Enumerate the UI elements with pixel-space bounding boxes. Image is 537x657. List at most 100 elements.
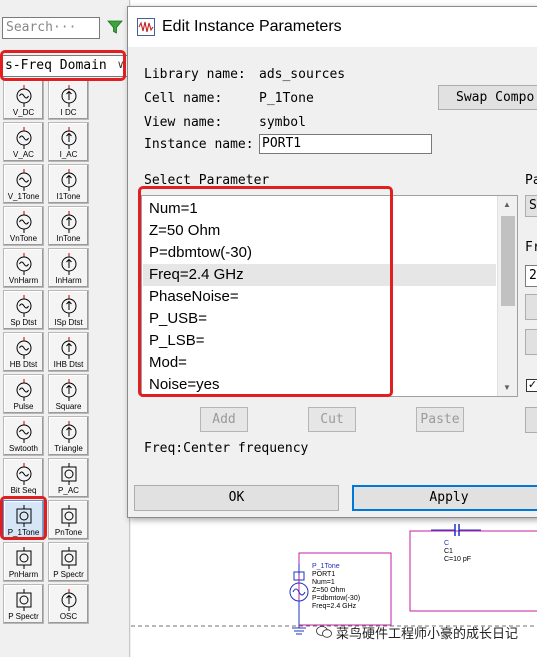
palette-item[interactable]: VnHarm	[3, 248, 44, 288]
library-value: ads_sources	[259, 67, 346, 82]
current-source-icon	[61, 253, 76, 275]
instance-label: Instance name:	[144, 137, 254, 152]
palette-item[interactable]: V_DC	[3, 80, 44, 120]
palette-item[interactable]: P Spectr	[48, 542, 89, 582]
apply-button[interactable]: Apply	[352, 485, 537, 511]
palette-item[interactable]: Pulse	[3, 374, 44, 414]
cut-button[interactable]: Cut	[308, 407, 356, 432]
view-value: symbol	[259, 115, 306, 130]
current-source-icon	[61, 379, 76, 401]
parameter-list[interactable]: Num=1 Z=50 Ohm P=dbmtow(-30) Freq=2.4 GHz Ph…	[141, 195, 518, 397]
palette-item-label: Bit Seq	[10, 487, 37, 495]
voltage-source-icon	[16, 253, 31, 275]
ok-button[interactable]: OK	[134, 485, 339, 511]
palette-item-label: I1Tone	[56, 193, 81, 201]
palette-item[interactable]: ISp Dtst	[48, 290, 89, 330]
parameter-item[interactable]: PhaseNoise=	[149, 286, 239, 308]
palette-item[interactable]: P_AC	[48, 458, 89, 498]
palette-item[interactable]: I_AC	[48, 122, 89, 162]
palette-item[interactable]: Swtooth	[3, 416, 44, 456]
voltage-source-icon	[16, 337, 31, 359]
component-palette: Search··· s-Freq Domain ∨ V_DC I DC V_AC I_…	[0, 0, 130, 657]
palette-item[interactable]: InHarm	[48, 248, 89, 288]
palette-item[interactable]: Square	[48, 374, 89, 414]
add-button[interactable]: Add	[200, 407, 248, 432]
palette-item-label: PnHarm	[8, 571, 39, 579]
palette-item[interactable]: VnTone	[3, 206, 44, 246]
view-label: View name:	[144, 115, 223, 130]
port-source-icon	[61, 505, 76, 527]
palette-item-label: InHarm	[55, 277, 82, 285]
domain-dropdown[interactable]: s-Freq Domain ∨	[2, 55, 128, 77]
scroll-down-icon[interactable]: ▼	[503, 383, 511, 392]
cap-annot-line: C=10 pF	[444, 556, 472, 563]
right-panel-label-2: Fr	[525, 240, 537, 255]
filter-icon[interactable]	[107, 19, 123, 35]
search-input[interactable]: Search···	[2, 17, 100, 39]
palette-item[interactable]: V_AC	[3, 122, 44, 162]
palette-item[interactable]: I DC	[48, 80, 89, 120]
parameter-item[interactable]: P_USB=	[149, 308, 207, 330]
parameter-item[interactable]: Freq=2.4 GHz	[143, 264, 496, 286]
palette-item[interactable]: PnHarm	[3, 542, 44, 582]
palette-item[interactable]: IHB Dtst	[48, 332, 89, 372]
port-source-icon	[16, 505, 31, 527]
select-parameter-label: Select Parameter	[144, 173, 270, 188]
palette-item-label: ISp Dtst	[54, 319, 83, 327]
parameter-item[interactable]: Z=50 Ohm	[149, 220, 220, 242]
right-panel-button-1[interactable]	[525, 294, 537, 320]
palette-item-label: Sp Dtst	[10, 319, 37, 327]
scroll-thumb[interactable]	[501, 216, 515, 306]
right-panel-checkbox[interactable]: ✓	[526, 379, 537, 392]
palette-item[interactable]: HB Dtst	[3, 332, 44, 372]
palette-item[interactable]: P_1Tone	[3, 500, 44, 540]
instance-name-input[interactable]: PORT1	[259, 134, 432, 154]
palette-item[interactable]: I1Tone	[48, 164, 89, 204]
port-annot-line: Z=50 Ohm	[312, 587, 346, 594]
dialog-title: Edit Instance Parameters	[162, 18, 342, 35]
current-source-icon	[61, 589, 76, 611]
parameter-item[interactable]: P=dbmtow(-30)	[149, 242, 252, 264]
cell-label: Cell name:	[144, 91, 223, 106]
voltage-source-icon	[16, 169, 31, 191]
voltage-source-icon	[16, 211, 31, 233]
palette-item[interactable]: Sp Dtst	[3, 290, 44, 330]
palette-item-label: Pulse	[13, 403, 34, 411]
dialog-titlebar[interactable]: Edit Instance Parameters	[128, 7, 537, 47]
palette-item[interactable]: V_1Tone	[3, 164, 44, 204]
current-source-icon	[61, 127, 76, 149]
palette-item-label: PnTone	[54, 529, 83, 537]
scroll-up-icon[interactable]: ▲	[503, 200, 511, 209]
swap-component-button[interactable]: Swap Compo	[438, 85, 537, 110]
right-panel-value-field[interactable]: 2	[525, 265, 537, 287]
palette-item[interactable]: OSC	[48, 584, 89, 624]
cell-value: P_1Tone	[259, 91, 314, 106]
parameter-item[interactable]: Mod=	[149, 352, 187, 374]
domain-dropdown-value: s-Freq Domain	[5, 58, 107, 73]
palette-item[interactable]: InTone	[48, 206, 89, 246]
palette-item-label: P Spectr	[8, 613, 39, 621]
port-source-icon	[61, 547, 76, 569]
parameter-item[interactable]: Noise=yes	[149, 374, 219, 396]
palette-item[interactable]: PnTone	[48, 500, 89, 540]
port-annot-line: Num=1	[312, 579, 335, 586]
paste-button[interactable]: Paste	[416, 407, 464, 432]
parameter-item[interactable]: P_LSB=	[149, 330, 204, 352]
parameter-list-scrollbar[interactable]: ▲ ▼	[497, 196, 517, 396]
right-panel-button-2[interactable]	[525, 329, 537, 355]
port-annot-line: P_1Tone	[312, 563, 340, 570]
cap-annot-line: C	[444, 540, 450, 547]
voltage-source-icon	[16, 127, 31, 149]
current-source-icon	[61, 421, 76, 443]
current-source-icon	[61, 169, 76, 191]
right-panel-dropdown[interactable]: S	[525, 195, 537, 217]
palette-item[interactable]: P Spectr	[3, 584, 44, 624]
parameter-item[interactable]: Num=1	[149, 198, 198, 220]
palette-item[interactable]: Triangle	[48, 416, 89, 456]
palette-item[interactable]: Bit Seq	[3, 458, 44, 498]
palette-item-label: VnTone	[9, 235, 38, 243]
current-source-icon	[61, 211, 76, 233]
chevron-down-icon: ∨	[117, 58, 124, 71]
right-panel-button-3[interactable]	[525, 407, 537, 433]
voltage-source-icon	[16, 463, 31, 485]
